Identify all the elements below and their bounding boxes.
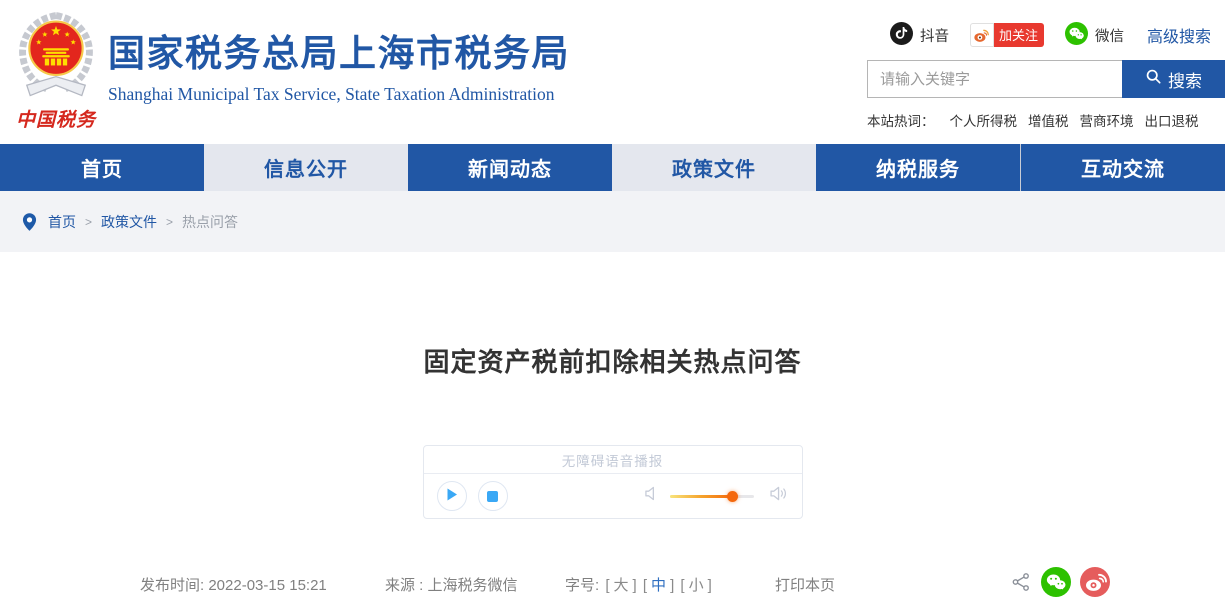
fontsize-medium-button[interactable]: [中] (643, 577, 674, 594)
weibo-circle-icon (1080, 567, 1110, 601)
search-input[interactable] (867, 60, 1122, 98)
publish-time-value: 2022-03-15 15:21 (208, 577, 326, 594)
hotword-link-export-rebate[interactable]: 出口退税 (1145, 110, 1199, 130)
share-button[interactable] (1010, 571, 1032, 597)
wechat-circle-icon (1041, 567, 1071, 601)
wechat-link[interactable]: 微信 (1065, 22, 1124, 49)
header-right: 抖音 加关注 (867, 22, 1225, 130)
volume-slider-fill (670, 495, 734, 498)
douyin-label: 抖音 (920, 25, 949, 46)
fontsize-small-label: 小 (689, 577, 704, 594)
nav-item-info-disclosure[interactable]: 信息公开 (204, 144, 408, 191)
publish-time-label: 发布时间: (140, 577, 204, 594)
magnifier-icon (1145, 68, 1162, 90)
hotword-link-business-environment[interactable]: 营商环境 (1080, 110, 1134, 130)
nav-item-tax-services[interactable]: 纳税服务 (816, 144, 1020, 191)
article-content: 固定资产税前扣除相关热点问答 无障碍语音播报 (0, 342, 1225, 602)
hotword-link-vat[interactable]: 增值税 (1028, 110, 1069, 130)
site-titles: 国家税务总局上海市税务局 Shanghai Municipal Tax Serv… (108, 34, 570, 105)
logo-caption: 中国税务 (10, 105, 102, 132)
bracket-open: [ (605, 577, 609, 594)
wechat-bubbles-icon (1065, 22, 1088, 49)
print-page-link[interactable]: 打印本页 (775, 574, 835, 595)
breadcrumb-current: 热点问答 (182, 212, 238, 232)
source-label: 来源 : (385, 577, 423, 594)
site-header: 中国税务 国家税务总局上海市税务局 Shanghai Municipal Tax… (0, 0, 1225, 144)
fontsize-large-label: 大 (614, 577, 629, 594)
share-wechat-button[interactable] (1041, 567, 1071, 601)
fontsize-switcher: 字号: [大] [中] [小] (565, 574, 712, 595)
nav-item-interaction[interactable]: 互动交流 (1020, 144, 1225, 191)
site-logo[interactable]: 中国税务 (10, 10, 102, 132)
hotwords-label: 本站热词： (867, 110, 935, 130)
hotwords-row: 本站热词： 个人所得税 增值税 营商环境 出口退税 (867, 110, 1225, 130)
fontsize-small-button[interactable]: [ 小] (680, 577, 711, 594)
audio-player: 无障碍语音播报 (423, 445, 803, 519)
volume-slider-thumb[interactable] (727, 491, 738, 502)
nav-item-policy-documents[interactable]: 政策文件 (612, 144, 816, 191)
audio-player-title: 无障碍语音播报 (424, 446, 802, 474)
publish-time: 发布时间: 2022-03-15 15:21 (140, 574, 327, 595)
douyin-link[interactable]: 抖音 (890, 22, 949, 49)
speaker-icon (645, 486, 658, 506)
source-value: 上海税务微信 (428, 577, 518, 594)
tax-emblem-icon (13, 89, 99, 106)
weibo-follow-button[interactable]: 加关注 (970, 23, 1044, 47)
article-source: 来源 : 上海税务微信 (385, 574, 518, 595)
search-button-label: 搜索 (1168, 67, 1202, 92)
speaker-waves-icon (770, 486, 789, 506)
douyin-icon (890, 22, 913, 49)
wechat-label: 微信 (1095, 25, 1124, 46)
advanced-search-link[interactable]: 高级搜索 (1147, 23, 1211, 47)
social-row: 抖音 加关注 (867, 22, 1225, 48)
breadcrumb-separator: > (85, 215, 92, 229)
play-icon (446, 488, 458, 504)
article-meta: 发布时间: 2022-03-15 15:21 来源 : 上海税务微信 字号: [… (115, 569, 1110, 599)
bracket-open: [ (643, 577, 647, 594)
fontsize-large-button[interactable]: [ 大] (605, 577, 636, 594)
nav-item-news[interactable]: 新闻动态 (408, 144, 612, 191)
share-weibo-button[interactable] (1080, 567, 1110, 601)
stop-button[interactable] (478, 481, 508, 511)
site-subtitle: Shanghai Municipal Tax Service, State Ta… (108, 84, 570, 105)
search-bar: 搜索 (867, 60, 1225, 98)
weibo-follow-label: 加关注 (994, 23, 1044, 47)
nav-item-home[interactable]: 首页 (0, 144, 204, 191)
article-title: 固定资产税前扣除相关热点问答 (0, 342, 1225, 379)
audio-player-controls (424, 474, 802, 518)
search-button[interactable]: 搜索 (1122, 60, 1225, 98)
share-group (1010, 567, 1110, 601)
stop-icon (487, 491, 498, 502)
bracket-open: [ (680, 577, 684, 594)
main-nav: 首页 信息公开 新闻动态 政策文件 纳税服务 互动交流 (0, 144, 1225, 191)
page: 中国税务 国家税务总局上海市税务局 Shanghai Municipal Tax… (0, 0, 1225, 602)
bracket-close: ] (670, 577, 674, 594)
breadcrumb: 首页 > 政策文件 > 热点问答 (0, 191, 1225, 252)
play-button[interactable] (437, 481, 467, 511)
hotword-link-personal-income-tax[interactable]: 个人所得税 (950, 110, 1018, 130)
map-pin-icon (22, 212, 37, 232)
breadcrumb-home[interactable]: 首页 (48, 212, 76, 232)
fontsize-label: 字号: (565, 577, 599, 594)
breadcrumb-policy-documents[interactable]: 政策文件 (101, 212, 157, 232)
site-title: 国家税务总局上海市税务局 (108, 34, 570, 75)
breadcrumb-separator: > (166, 215, 173, 229)
bracket-close: ] (708, 577, 712, 594)
volume-slider[interactable] (670, 489, 754, 503)
bracket-close: ] (633, 577, 637, 594)
fontsize-medium-label: 中 (651, 577, 666, 594)
weibo-eye-icon (970, 23, 994, 47)
share-nodes-icon (1010, 571, 1032, 597)
